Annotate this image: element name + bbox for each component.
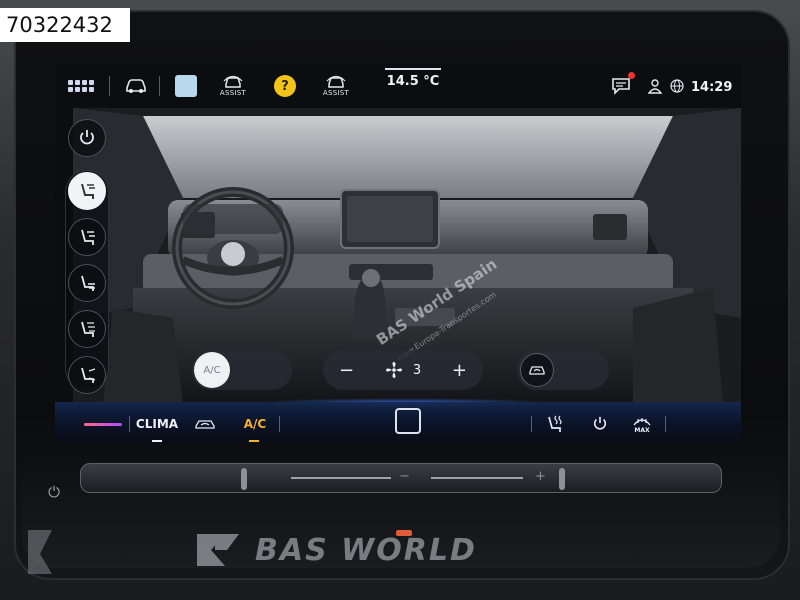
brand-corner-logo [28,530,52,574]
infotainment-screen: BAS World Spain www.Europa-Transportes.c… [55,64,741,444]
air-flow-button[interactable] [191,412,219,436]
recirculation-icon [529,366,545,375]
fan-icon [385,362,402,378]
max-defrost-button[interactable]: MAX [627,412,657,436]
slider-track [291,477,391,479]
notification-dot [628,72,635,79]
fan-increase-button[interactable]: + [452,360,467,381]
divider [665,416,666,432]
fan-level: 3 [385,361,421,379]
seat-heat-button[interactable] [541,412,569,436]
clock: 14:29 [691,80,733,95]
airflow-seat-button[interactable] [68,172,106,210]
airflow-feet-icon [81,275,95,291]
defrost-label: MAX [634,426,650,434]
driver-assist-button[interactable]: ASSIST [215,72,251,100]
fan-level-value: 3 [412,362,422,378]
brand-logo-icon [197,534,239,566]
assist-label: ASSIST [219,89,247,97]
hardware-power-button[interactable]: ⏻ [44,482,64,502]
driver-assist-icon [326,75,346,88]
airflow-windshield-feet-icon [81,367,96,383]
climate-bar: CLIMA A/C MAX [55,402,741,444]
airflow-windshield-feet-button[interactable] [68,356,106,394]
airflow-face-button[interactable] [68,310,106,348]
ac-toggle[interactable]: A/C [192,350,292,390]
ac-toggle-knob: A/C [194,352,230,388]
divider [109,76,110,96]
slider-end-cap [559,468,565,490]
max-defrost-icon [633,417,651,425]
slider-end-cap [241,468,247,490]
home-button[interactable] [395,408,421,434]
temperature-slider[interactable] [83,412,123,436]
divider [531,416,532,432]
fan-decrease-button[interactable]: − [339,360,354,381]
light-square-icon[interactable] [173,72,199,100]
globe-icon[interactable] [667,72,687,100]
brand-watermark: BAS WORLD [195,528,605,572]
app-grid-icon[interactable] [63,72,99,100]
ac-tab[interactable]: A/C [237,412,273,442]
airflow-face-icon [81,321,95,337]
airflow-feet-button[interactable] [68,264,106,302]
user-icon[interactable] [645,72,665,100]
listing-id-label: 70322432 [0,8,130,42]
air-distribution-rail [65,114,111,394]
divider [129,416,130,432]
status-bar: ASSIST ? ASSIST 14.5 °C 14:29 [55,64,741,108]
slider-track [431,477,523,479]
recirculation-toggle[interactable] [517,350,609,390]
power-button[interactable] [68,119,106,157]
airflow-face-feet-button[interactable] [68,218,106,256]
power-icon [593,416,607,430]
volume-touch-slider[interactable]: − + [80,463,722,493]
volume-plus[interactable]: + [535,469,546,484]
assist-label: ASSIST [322,89,350,97]
clima-tab[interactable]: CLIMA [135,412,179,442]
vehicle-icon[interactable] [121,72,151,100]
driver-assist-button-2[interactable]: ASSIST [318,72,354,100]
climate-power-button[interactable] [587,412,613,436]
power-icon [80,130,94,145]
brand-watermark-text: BAS WORLD [255,532,477,568]
seat-heat-icon [548,415,562,432]
seat-airflow-icon [81,183,95,199]
outside-temperature: 14.5 °C [373,68,453,89]
help-icon[interactable]: ? [271,72,299,100]
air-flow-icon [195,420,215,429]
help-glyph: ? [274,75,296,97]
fan-speed-control: − 3 + [323,350,483,390]
driver-assist-icon [223,75,243,88]
airflow-face-feet-icon [81,229,95,245]
divider [159,76,160,96]
volume-minus[interactable]: − [399,469,410,484]
divider [279,416,280,432]
